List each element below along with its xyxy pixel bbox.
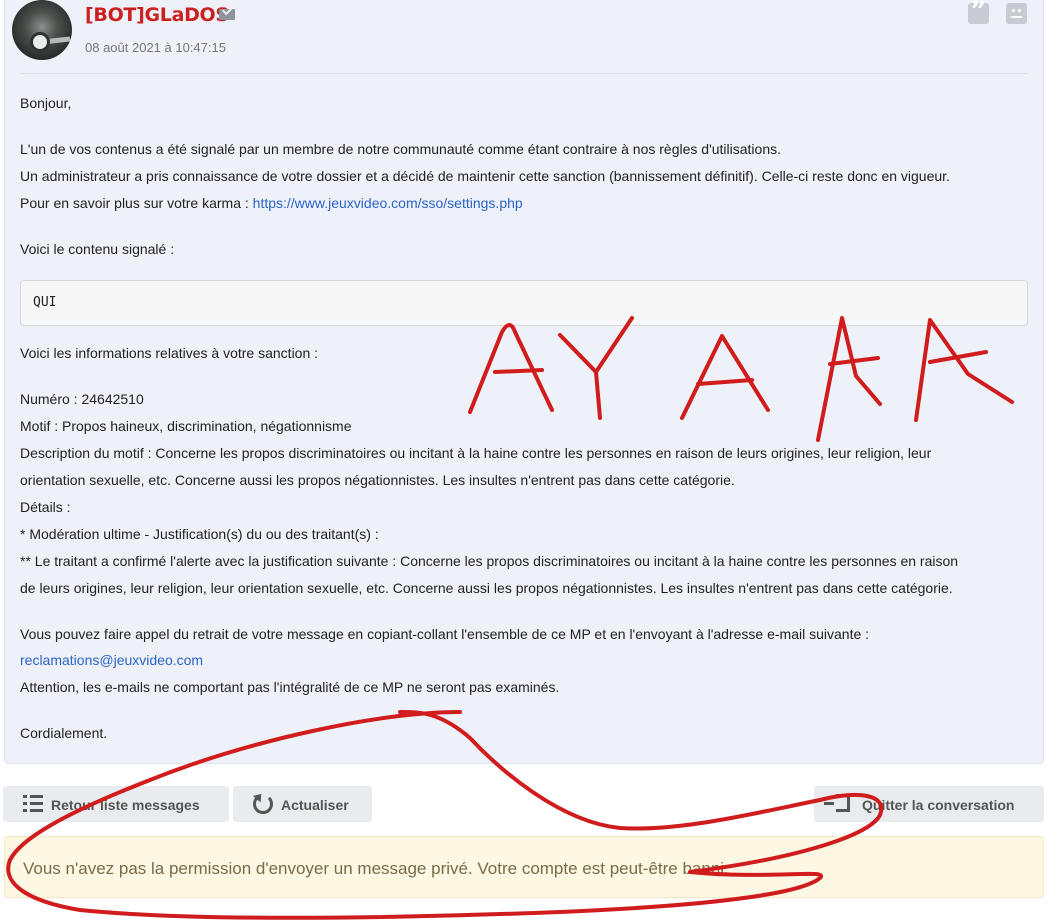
appeal-line: Vous pouvez faire appel du retrait de vo…: [20, 626, 870, 642]
message-card: [4, 0, 1044, 764]
closing: Cordialement.: [20, 725, 108, 741]
appeal-email-link[interactable]: reclamations@jeuxvideo.com: [20, 652, 203, 668]
refresh-icon: [253, 794, 273, 814]
reported-intro: Voici le contenu signalé :: [20, 241, 175, 257]
permission-alert: Vous n'avez pas la permission d'envoyer …: [4, 836, 1044, 898]
author-name[interactable]: [BOT]GLaDOS: [85, 4, 229, 26]
sanction-number: Numéro : 24642510: [20, 391, 144, 407]
refresh-label: Actualiser: [281, 797, 349, 813]
avatar[interactable]: [12, 0, 72, 60]
detail-line: de leurs origines, leur religion, leur o…: [20, 580, 953, 596]
back-label: Retour liste messages: [51, 797, 200, 813]
alert-text: Vous n'avez pas la permission d'envoyer …: [23, 859, 729, 878]
back-to-messages-button[interactable]: Retour liste messages: [3, 786, 229, 822]
mail-icon[interactable]: [219, 9, 235, 20]
motive-description: Description du motif : Concerne les prop…: [20, 445, 932, 461]
appeal-warning: Attention, les e-mails ne comportant pas…: [20, 679, 560, 695]
refresh-button[interactable]: Actualiser: [233, 786, 372, 822]
body-line: Un administrateur a pris connaissance de…: [20, 168, 950, 184]
quit-label: Quitter la conversation: [862, 797, 1015, 813]
detail-line: * Modération ultime - Justification(s) d…: [20, 526, 379, 542]
karma-prefix: Pour en savoir plus sur votre karma :: [20, 195, 253, 211]
quit-conversation-button[interactable]: Quitter la conversation: [814, 786, 1044, 822]
karma-line: Pour en savoir plus sur votre karma : ht…: [20, 195, 523, 211]
details-label: Détails :: [20, 499, 71, 515]
divider: [20, 73, 1028, 74]
karma-link[interactable]: https://www.jeuxvideo.com/sso/settings.p…: [253, 195, 523, 211]
exit-icon: [824, 794, 850, 812]
quote-icon[interactable]: [968, 0, 989, 27]
reported-content-box: QUI: [20, 280, 1028, 326]
detail-line: ** Le traitant a confirmé l'alerte avec …: [20, 553, 959, 569]
reported-content: QUI: [33, 295, 57, 310]
greeting: Bonjour,: [20, 95, 72, 111]
body-line: L'un de vos contenus a été signalé par u…: [20, 141, 781, 157]
report-icon[interactable]: [1006, 3, 1027, 24]
motive-description: orientation sexuelle, etc. Concerne auss…: [20, 472, 735, 488]
sanction-intro: Voici les informations relatives à votre…: [20, 345, 319, 361]
sanction-motive: Motif : Propos haineux, discrimination, …: [20, 418, 352, 434]
message-date: 08 août 2021 à 10:47:15: [85, 40, 226, 55]
list-icon: [23, 795, 43, 813]
